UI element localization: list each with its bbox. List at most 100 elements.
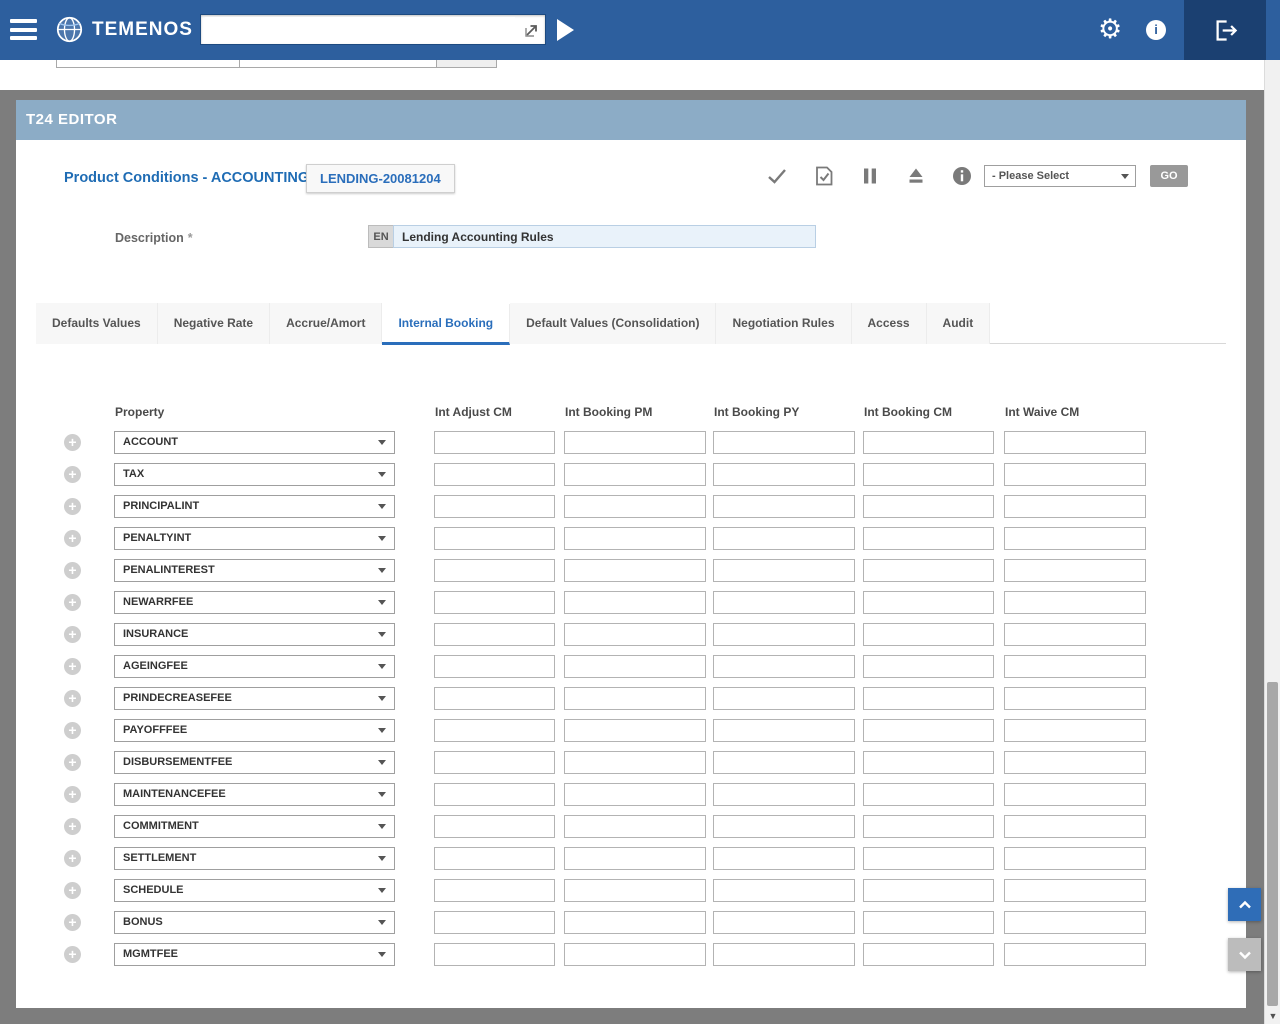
int-booking-cm-input[interactable] [863, 431, 994, 454]
int-waive-cm-input[interactable] [1004, 847, 1146, 870]
int-booking-cm-input[interactable] [863, 751, 994, 774]
int-waive-cm-input[interactable] [1004, 527, 1146, 550]
add-row-icon[interactable]: + [64, 626, 81, 643]
int-waive-cm-input[interactable] [1004, 687, 1146, 710]
add-row-icon[interactable]: + [64, 466, 81, 483]
add-row-icon[interactable]: + [64, 850, 81, 867]
int-booking-cm-input[interactable] [863, 527, 994, 550]
add-row-icon[interactable]: + [64, 530, 81, 547]
int-waive-cm-input[interactable] [1004, 943, 1146, 966]
run-icon[interactable] [557, 19, 574, 41]
int-booking-pm-input[interactable] [564, 719, 706, 742]
int-adjust-cm-input[interactable] [434, 431, 555, 454]
int-waive-cm-input[interactable] [1004, 623, 1146, 646]
int-booking-pm-input[interactable] [564, 751, 706, 774]
int-booking-cm-input[interactable] [863, 847, 994, 870]
commit-check-icon[interactable] [766, 165, 788, 187]
int-booking-pm-input[interactable] [564, 623, 706, 646]
scrollbar-thumb[interactable] [1267, 682, 1278, 1006]
int-waive-cm-input[interactable] [1004, 591, 1146, 614]
int-adjust-cm-input[interactable] [434, 719, 555, 742]
add-row-icon[interactable]: + [64, 946, 81, 963]
int-booking-py-input[interactable] [713, 655, 855, 678]
property-select[interactable]: TAX [114, 463, 395, 486]
search-input[interactable] [205, 17, 515, 42]
add-row-icon[interactable]: + [64, 914, 81, 931]
int-waive-cm-input[interactable] [1004, 463, 1146, 486]
int-booking-pm-input[interactable] [564, 655, 706, 678]
int-booking-cm-input[interactable] [863, 879, 994, 902]
property-select[interactable]: COMMITMENT [114, 815, 395, 838]
int-booking-pm-input[interactable] [564, 495, 706, 518]
int-booking-pm-input[interactable] [564, 463, 706, 486]
int-booking-cm-input[interactable] [863, 655, 994, 678]
tab-accrue-amort[interactable]: Accrue/Amort [270, 303, 382, 344]
int-booking-py-input[interactable] [713, 783, 855, 806]
property-select[interactable]: ACCOUNT [114, 431, 395, 454]
int-adjust-cm-input[interactable] [434, 687, 555, 710]
int-booking-cm-input[interactable] [863, 623, 994, 646]
int-adjust-cm-input[interactable] [434, 911, 555, 934]
add-row-icon[interactable]: + [64, 754, 81, 771]
int-booking-pm-input[interactable] [564, 911, 706, 934]
int-booking-pm-input[interactable] [564, 943, 706, 966]
int-booking-pm-input[interactable] [564, 527, 706, 550]
int-booking-py-input[interactable] [713, 687, 855, 710]
int-waive-cm-input[interactable] [1004, 559, 1146, 582]
int-booking-pm-input[interactable] [564, 687, 706, 710]
int-booking-pm-input[interactable] [564, 559, 706, 582]
int-booking-cm-input[interactable] [863, 463, 994, 486]
info-icon[interactable]: i [1146, 20, 1166, 40]
property-select[interactable]: PENALTYINT [114, 527, 395, 550]
menu-icon[interactable] [10, 19, 37, 41]
int-adjust-cm-input[interactable] [434, 527, 555, 550]
int-booking-pm-input[interactable] [564, 591, 706, 614]
int-booking-py-input[interactable] [713, 623, 855, 646]
int-booking-cm-input[interactable] [863, 559, 994, 582]
tab-defaults-values[interactable]: Defaults Values [36, 303, 158, 344]
scroll-to-top-button[interactable] [1228, 888, 1261, 921]
int-booking-py-input[interactable] [713, 815, 855, 838]
int-booking-pm-input[interactable] [564, 847, 706, 870]
int-adjust-cm-input[interactable] [434, 879, 555, 902]
property-select[interactable]: DISBURSEMENTFEE [114, 751, 395, 774]
tab-access[interactable]: Access [852, 303, 927, 344]
int-adjust-cm-input[interactable] [434, 751, 555, 774]
int-waive-cm-input[interactable] [1004, 783, 1146, 806]
hold-pause-icon[interactable] [859, 165, 881, 187]
int-booking-py-input[interactable] [713, 431, 855, 454]
scroll-to-bottom-button[interactable] [1228, 938, 1261, 971]
int-adjust-cm-input[interactable] [434, 783, 555, 806]
property-select[interactable]: MAINTENANCEFEE [114, 783, 395, 806]
int-booking-pm-input[interactable] [564, 879, 706, 902]
int-booking-py-input[interactable] [713, 719, 855, 742]
add-row-icon[interactable]: + [64, 562, 81, 579]
logout-button[interactable] [1184, 0, 1266, 60]
property-select[interactable]: PRINCIPALINT [114, 495, 395, 518]
int-booking-pm-input[interactable] [564, 431, 706, 454]
action-select[interactable]: - Please Select [984, 165, 1136, 187]
description-input[interactable] [393, 225, 816, 248]
int-booking-py-input[interactable] [713, 847, 855, 870]
vertical-scrollbar[interactable]: ▼ [1264, 60, 1280, 1024]
go-button[interactable]: GO [1150, 165, 1188, 187]
tab-default-values-consolidation-[interactable]: Default Values (Consolidation) [510, 303, 716, 344]
add-row-icon[interactable]: + [64, 882, 81, 899]
int-booking-py-input[interactable] [713, 495, 855, 518]
property-select[interactable]: PRINDECREASEFEE [114, 687, 395, 710]
add-row-icon[interactable]: + [64, 658, 81, 675]
int-waive-cm-input[interactable] [1004, 495, 1146, 518]
add-row-icon[interactable]: + [64, 722, 81, 739]
property-select[interactable]: AGEINGFEE [114, 655, 395, 678]
int-booking-py-input[interactable] [713, 591, 855, 614]
int-booking-py-input[interactable] [713, 879, 855, 902]
property-select[interactable]: PAYOFFFEE [114, 719, 395, 742]
gear-icon[interactable]: ⚙ [1098, 14, 1122, 44]
tab-audit[interactable]: Audit [927, 303, 991, 344]
int-adjust-cm-input[interactable] [434, 655, 555, 678]
add-row-icon[interactable]: + [64, 786, 81, 803]
int-adjust-cm-input[interactable] [434, 943, 555, 966]
int-adjust-cm-input[interactable] [434, 463, 555, 486]
int-adjust-cm-input[interactable] [434, 623, 555, 646]
int-booking-py-input[interactable] [713, 911, 855, 934]
